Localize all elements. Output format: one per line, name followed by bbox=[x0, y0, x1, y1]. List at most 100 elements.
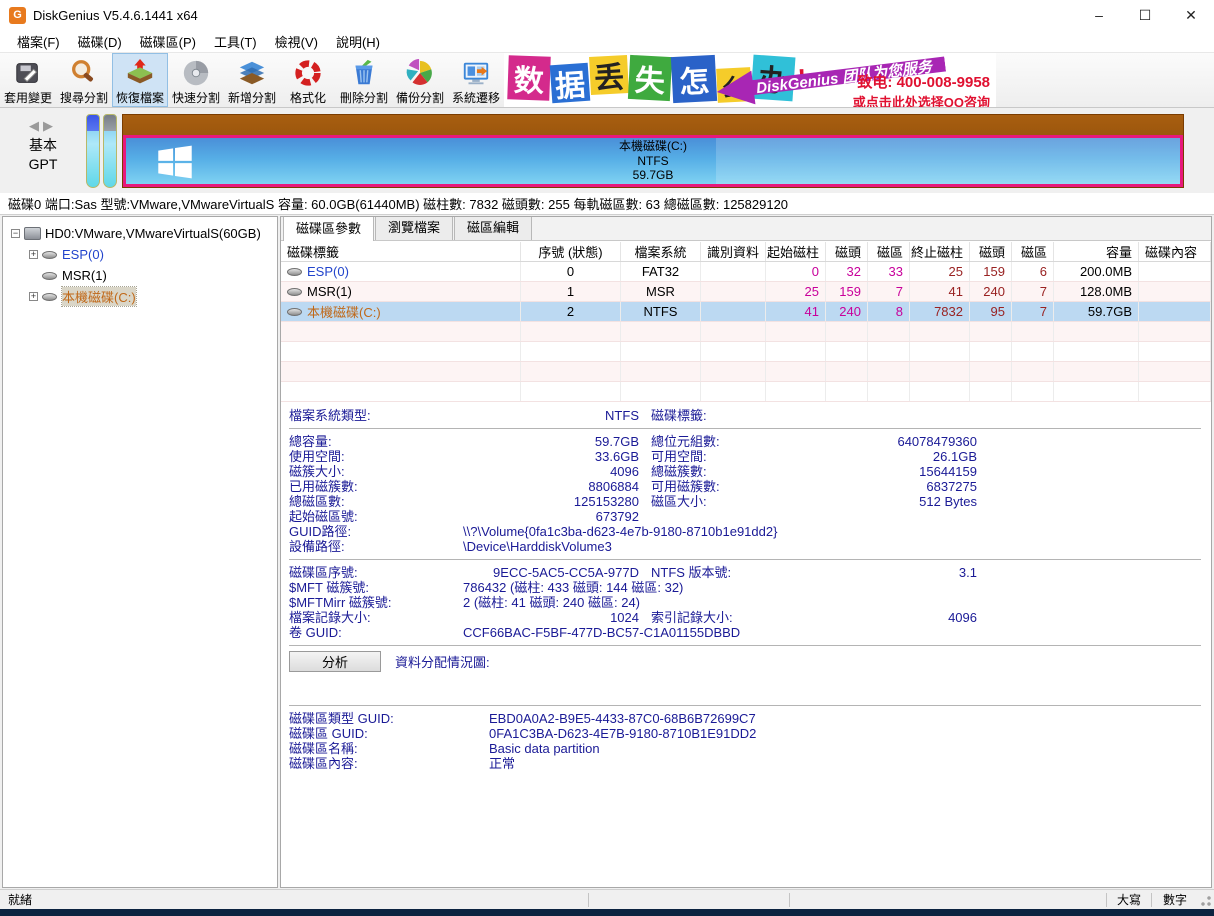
detail-value: 正常 bbox=[489, 756, 1203, 771]
column-header[interactable]: 磁頭 bbox=[970, 242, 1012, 261]
detail-row: 檔案系統類型:NTFS磁碟標籤: bbox=[289, 408, 1203, 423]
tab[interactable]: 磁區編輯 bbox=[454, 216, 532, 240]
partition-row[interactable]: 本機磁碟(C:)2NTFS412408783295759.7GB bbox=[281, 302, 1211, 322]
partition-icon bbox=[42, 293, 57, 301]
minimize-button[interactable]: – bbox=[1076, 0, 1122, 30]
column-header[interactable]: 磁頭 bbox=[826, 242, 868, 261]
toolbar-button[interactable]: 格式化 bbox=[280, 53, 336, 107]
detail-value: 786432 (磁柱: 433 磁頭: 144 磁區: 32) bbox=[449, 580, 977, 595]
detail-value: 15644159 bbox=[817, 464, 977, 479]
column-header[interactable]: 容量 bbox=[1054, 242, 1139, 261]
esp-partition-bar[interactable] bbox=[86, 114, 100, 188]
partition-row[interactable] bbox=[281, 382, 1211, 402]
partition-row[interactable]: ESP(0)0FAT3203233251596200.0MB bbox=[281, 262, 1211, 282]
detail-row: 總磁區數:125153280磁區大小:512 Bytes bbox=[289, 494, 1203, 509]
tab[interactable]: 瀏覽檔案 bbox=[375, 216, 453, 240]
column-header[interactable]: 終止磁柱 bbox=[910, 242, 970, 261]
tree-item-partition[interactable]: + ESP(0) bbox=[5, 244, 275, 265]
menu-item[interactable]: 工具(T) bbox=[205, 30, 266, 53]
column-header[interactable]: 序號 (狀態) bbox=[521, 242, 621, 261]
toolbar-button[interactable]: 新增分割 bbox=[224, 53, 280, 107]
c-partition-name: 本機磁碟(C:) bbox=[126, 139, 1180, 154]
disk-type-label: 基本 bbox=[0, 136, 86, 155]
maximize-button[interactable]: ☐ bbox=[1122, 0, 1168, 30]
analyze-button[interactable]: 分析 bbox=[289, 651, 381, 672]
tab-bar: 磁碟區參數 瀏覽檔案 磁區編輯 bbox=[281, 217, 1211, 241]
resize-grip[interactable] bbox=[1198, 893, 1212, 907]
expand-box-icon[interactable]: + bbox=[29, 292, 38, 301]
partition-row[interactable] bbox=[281, 322, 1211, 342]
partition-icon bbox=[42, 251, 57, 259]
disk-tree-panel: − HD0:VMware,VMwareVirtualS(60GB) + ESP(… bbox=[2, 216, 278, 888]
detail-label: 檔案記錄大小: bbox=[289, 610, 449, 625]
detail-row: $MFT 磁簇號:786432 (磁柱: 433 磁頭: 144 磁區: 32) bbox=[289, 580, 1203, 595]
column-header[interactable]: 磁區 bbox=[1012, 242, 1054, 261]
partition-row[interactable] bbox=[281, 342, 1211, 362]
recover-files-icon bbox=[125, 58, 155, 88]
column-header[interactable]: 識別資料 bbox=[701, 242, 766, 261]
detail-label: 可用空間: bbox=[639, 449, 817, 464]
detail-row: $MFTMirr 磁簇號:2 (磁柱: 41 磁頭: 240 磁區: 24) bbox=[289, 595, 1203, 610]
collapse-box-icon[interactable]: − bbox=[11, 229, 20, 238]
detail-value: 1024 bbox=[449, 610, 639, 625]
detail-value: 59.7GB bbox=[449, 434, 639, 449]
detail-row: 總容量:59.7GB總位元組數:64078479360 bbox=[289, 434, 1203, 449]
ad-banner[interactable]: 数 据 丢 失 怎 么 办 ! DiskGenius 团队为您服务 致电: 40… bbox=[504, 53, 996, 107]
c-partition-bar[interactable]: 本機磁碟(C:) NTFS 59.7GB bbox=[123, 135, 1183, 187]
detail-label: 總磁區數: bbox=[289, 494, 449, 509]
diskgenius-window: G DiskGenius V5.4.6.1441 x64 – ☐ ✕ 檔案(F)… bbox=[0, 0, 1214, 916]
close-button[interactable]: ✕ bbox=[1168, 0, 1214, 30]
menu-item[interactable]: 磁碟區(P) bbox=[131, 30, 205, 53]
detail-value: 0FA1C3BA-D623-4E7B-9180-8710B1E91DD2 bbox=[489, 726, 1203, 741]
msr-partition-bar[interactable] bbox=[103, 114, 117, 188]
detail-row: 磁碟區序號:9ECC-5AC5-CC5A-977DNTFS 版本號:3.1 bbox=[289, 565, 1203, 580]
menu-item[interactable]: 檢視(V) bbox=[266, 30, 327, 53]
toolbar-button[interactable]: 恢復檔案 bbox=[112, 53, 168, 107]
tree-item-partition[interactable]: + 本機磁碟(C:) bbox=[5, 286, 275, 307]
menu-item[interactable]: 磁碟(D) bbox=[69, 30, 131, 53]
column-header[interactable]: 磁區 bbox=[868, 242, 910, 261]
partition-row[interactable]: MSR(1)1MSR251597412407128.0MB bbox=[281, 282, 1211, 302]
toolbar-button[interactable]: 備份分割 bbox=[392, 53, 448, 107]
column-header[interactable]: 起始磁柱 bbox=[766, 242, 826, 261]
detail-value: \Device\HarddiskVolume3 bbox=[449, 539, 977, 554]
detail-label: 磁碟區序號: bbox=[289, 565, 449, 580]
detail-value: Basic data partition bbox=[489, 741, 1203, 756]
toolbar-button[interactable]: 系統遷移 bbox=[448, 53, 504, 107]
next-disk-arrow-icon[interactable]: ▶ bbox=[43, 118, 57, 133]
toolbar-button[interactable]: 快速分割 bbox=[168, 53, 224, 107]
detail-row: 設備路徑:\Device\HarddiskVolume3 bbox=[289, 539, 1203, 554]
toolbar-button[interactable]: 套用變更 bbox=[0, 53, 56, 107]
tree-item-partition[interactable]: + MSR(1) bbox=[5, 265, 275, 286]
menu-item[interactable]: 檔案(F) bbox=[8, 30, 69, 53]
detail-value: 64078479360 bbox=[817, 434, 977, 449]
column-header[interactable]: 檔案系統 bbox=[621, 242, 701, 261]
disk-bar-panel: ◀▶ 基本 GPT 本機磁碟(C:) NTFS 59.7GB bbox=[0, 108, 1214, 193]
partition-row[interactable] bbox=[281, 362, 1211, 382]
prev-disk-arrow-icon[interactable]: ◀ bbox=[29, 118, 43, 133]
toolbar-button[interactable]: 搜尋分割 bbox=[56, 53, 112, 107]
detail-value: NTFS bbox=[449, 408, 639, 423]
statusbar: 就緒 大寫 數字 bbox=[0, 889, 1214, 909]
detail-label: 磁碟區名稱: bbox=[289, 741, 489, 756]
detail-row: GUID路徑:\\?\Volume{0fa1c3ba-d623-4e7b-918… bbox=[289, 524, 1203, 539]
expand-box-icon[interactable]: + bbox=[29, 250, 38, 259]
allocation-map-area bbox=[289, 674, 1203, 700]
detail-label: 磁碟區內容: bbox=[289, 756, 489, 771]
tree-item-disk[interactable]: − HD0:VMware,VMwareVirtualS(60GB) bbox=[5, 223, 275, 244]
ad-slogan-char: 怎 bbox=[671, 55, 717, 103]
menu-item[interactable]: 說明(H) bbox=[327, 30, 389, 53]
column-header[interactable]: 磁碟內容 bbox=[1139, 242, 1211, 261]
tab[interactable]: 磁碟區參數 bbox=[283, 216, 374, 241]
detail-row: 使用空間:33.6GB可用空間:26.1GB bbox=[289, 449, 1203, 464]
delete-partition-icon bbox=[349, 58, 379, 88]
detail-label: 設備路徑: bbox=[289, 539, 449, 554]
status-text: 就緒 bbox=[0, 891, 588, 908]
column-header[interactable]: 磁碟標籤 bbox=[281, 242, 521, 261]
partition-icon bbox=[287, 308, 302, 316]
detail-label: 索引記錄大小: bbox=[639, 610, 817, 625]
ad-slogan-char: 据 bbox=[550, 63, 591, 104]
toolbar-button[interactable]: 刪除分割 bbox=[336, 53, 392, 107]
ad-qq-link[interactable]: 或点击此处选择QQ咨询 bbox=[853, 92, 990, 107]
detail-value: 2 (磁柱: 41 磁頭: 240 磁區: 24) bbox=[449, 595, 977, 610]
